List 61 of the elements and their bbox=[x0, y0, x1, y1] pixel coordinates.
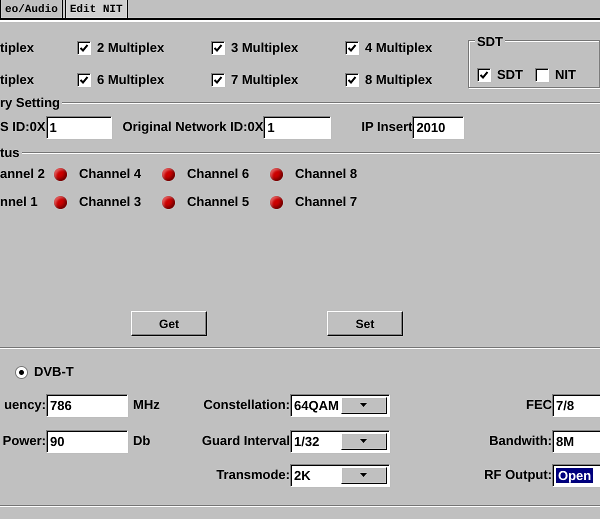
checkbox-label: 6 Multiplex bbox=[97, 71, 164, 90]
channel-label: Channel 7 bbox=[295, 193, 358, 212]
field-label: Guard Interval bbox=[200, 432, 290, 450]
field-label: FEC bbox=[525, 396, 552, 414]
dropdown[interactable]: 2K bbox=[290, 464, 390, 486]
checkbox[interactable] bbox=[211, 73, 225, 87]
channel-label: nnel 1 bbox=[0, 193, 39, 212]
field-label: IP Insert bbox=[361, 118, 412, 136]
input-field[interactable]: Open bbox=[552, 464, 600, 486]
checkbox-label: 3 Multiplex bbox=[231, 39, 298, 58]
input-field[interactable]: 7/8 bbox=[552, 394, 600, 416]
caret-icon bbox=[360, 439, 368, 443]
field-label: Original Network ID:0X bbox=[122, 118, 264, 136]
checkbox[interactable] bbox=[345, 73, 359, 87]
group-title: tus bbox=[0, 144, 20, 162]
dropdown[interactable]: 64QAM bbox=[290, 394, 390, 416]
field-label: Power: bbox=[2, 432, 46, 450]
action-button[interactable]: Set bbox=[327, 311, 403, 336]
checkbox[interactable] bbox=[345, 41, 359, 55]
action-button[interactable]: Get bbox=[131, 311, 207, 336]
checkbox-label: 4 Multiplex bbox=[365, 39, 432, 58]
channel-label: Channel 8 bbox=[295, 165, 358, 184]
field-label: uency: bbox=[3, 396, 46, 414]
checkbox-label: 8 Multiplex bbox=[365, 71, 432, 90]
field-label: Bandwith: bbox=[488, 432, 552, 450]
channel-label: annel 2 bbox=[0, 165, 46, 184]
unit-label: MHz bbox=[132, 396, 161, 414]
dropdown[interactable]: 1/32 bbox=[290, 430, 390, 452]
checkbox-label: 7 Multiplex bbox=[231, 71, 298, 90]
field-label: S ID:0X bbox=[0, 118, 46, 136]
checkbox-label: SDT bbox=[497, 66, 523, 84]
input-field[interactable]: 1 bbox=[263, 116, 332, 138]
checkbox[interactable] bbox=[535, 68, 549, 82]
checkbox[interactable] bbox=[477, 68, 491, 82]
input-field[interactable]: 90 bbox=[46, 430, 128, 452]
input-field[interactable]: 786 bbox=[46, 394, 128, 416]
tab[interactable]: Edit NIT bbox=[64, 0, 128, 18]
checkbox-label: 2 Multiplex bbox=[97, 39, 164, 58]
field-label: RF Output: bbox=[483, 466, 552, 484]
channel-label: Channel 4 bbox=[79, 165, 142, 184]
group-title: ry Setting bbox=[0, 94, 60, 112]
checkbox-label: tiplex bbox=[0, 71, 34, 90]
radio-label: DVB-T bbox=[34, 363, 74, 382]
checkbox-label: tiplex bbox=[0, 39, 34, 58]
tab[interactable]: eo/Audio bbox=[0, 0, 63, 18]
channel-label: Channel 3 bbox=[79, 193, 142, 212]
caret-icon bbox=[360, 403, 368, 407]
channel-label: Channel 5 bbox=[187, 193, 250, 212]
input-field[interactable]: 8M bbox=[552, 430, 600, 452]
checkbox-label: NIT bbox=[555, 66, 576, 84]
radio-button[interactable] bbox=[15, 366, 28, 378]
checkbox[interactable] bbox=[77, 73, 91, 87]
input-field[interactable]: 1 bbox=[46, 116, 112, 138]
field-label: Constellation: bbox=[202, 396, 290, 414]
checkbox[interactable] bbox=[77, 41, 91, 55]
input-field[interactable]: 2010 bbox=[412, 116, 464, 138]
checkbox[interactable] bbox=[211, 41, 225, 55]
caret-icon bbox=[360, 473, 368, 477]
field-label: Transmode: bbox=[215, 466, 290, 484]
unit-label: Db bbox=[132, 432, 152, 450]
channel-label: Channel 6 bbox=[187, 165, 250, 184]
